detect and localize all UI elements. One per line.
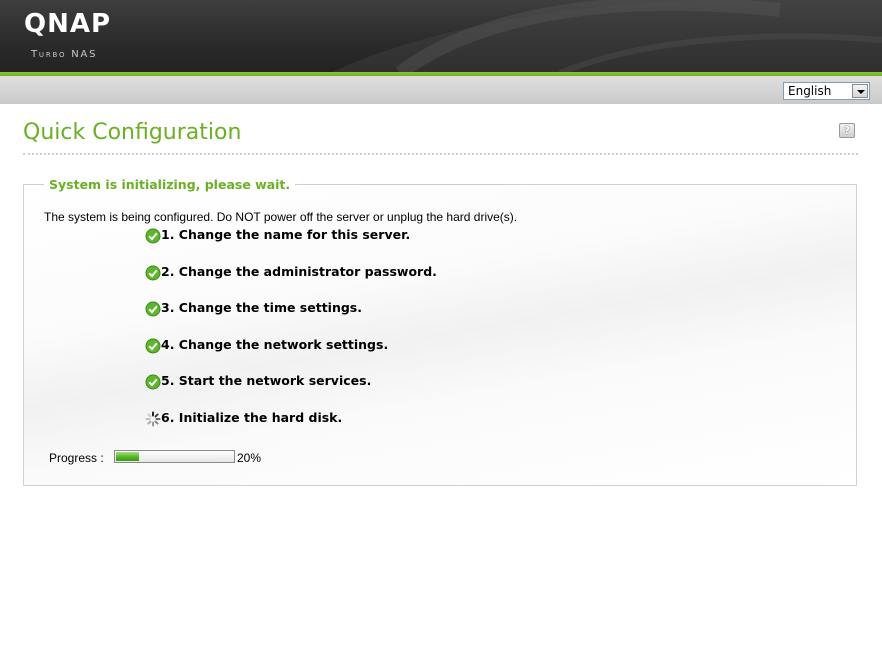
step-label: 4. Change the network settings. bbox=[161, 337, 389, 352]
page-title: Quick Configuration bbox=[23, 120, 242, 145]
chevron-down-icon[interactable] bbox=[852, 84, 868, 98]
status-panel: System is initializing, please wait. The… bbox=[23, 177, 857, 486]
step-label: 2. Change the administrator password. bbox=[161, 264, 437, 279]
check-icon bbox=[145, 374, 161, 390]
qnap-logo: QNAP bbox=[24, 9, 112, 39]
title-divider bbox=[23, 153, 858, 155]
check-icon bbox=[145, 338, 161, 354]
language-select[interactable]: English bbox=[783, 82, 870, 100]
step-label: 3. Change the time settings. bbox=[161, 300, 362, 315]
progress-bar bbox=[114, 450, 235, 463]
language-bar: English bbox=[0, 76, 882, 104]
loading-spinner-icon bbox=[145, 411, 161, 427]
warning-notice: The system is being configured. Do NOT p… bbox=[44, 210, 518, 224]
progress-percent: 20% bbox=[237, 451, 262, 465]
product-name: Turbo NAS bbox=[31, 49, 98, 60]
check-icon bbox=[145, 265, 161, 281]
step-label: 5. Start the network services. bbox=[161, 373, 372, 388]
step-label: 1. Change the name for this server. bbox=[161, 227, 411, 242]
check-icon bbox=[145, 301, 161, 317]
header-swoosh-decoration bbox=[330, 0, 882, 73]
help-icon[interactable]: ? bbox=[839, 123, 855, 138]
step-label: 6. Initialize the hard disk. bbox=[161, 410, 343, 425]
app-header: QNAP Turbo NAS bbox=[0, 0, 882, 73]
panel-legend: System is initializing, please wait. bbox=[44, 177, 296, 192]
check-icon bbox=[145, 228, 161, 244]
language-value: English bbox=[788, 84, 832, 98]
progress-label: Progress : bbox=[49, 451, 104, 465]
progress-fill bbox=[116, 452, 139, 461]
